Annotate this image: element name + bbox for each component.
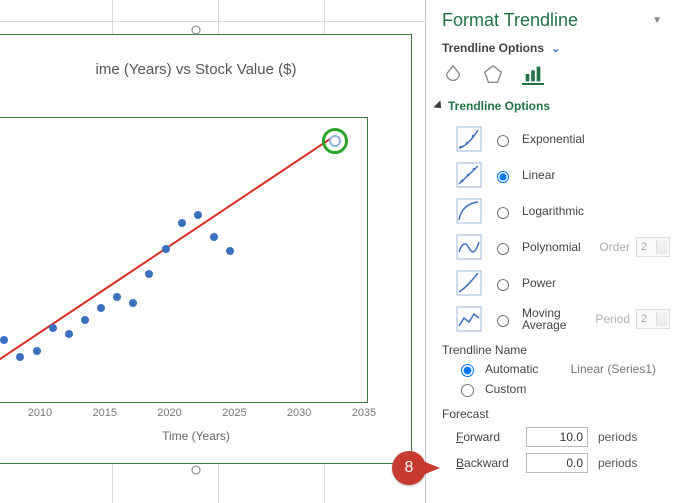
option-exponential[interactable]: Exponential	[456, 121, 670, 157]
order-value: 2	[641, 241, 647, 253]
automatic-label: Automatic	[485, 362, 538, 376]
backward-input[interactable]	[526, 453, 588, 473]
radio-custom[interactable]	[461, 384, 474, 397]
data-point	[210, 233, 218, 241]
radio-polynomial[interactable]	[497, 243, 509, 255]
option-power[interactable]: Power	[456, 265, 670, 301]
tab-effects-icon[interactable]	[482, 63, 504, 85]
polynomial-icon	[456, 234, 482, 260]
option-polynomial[interactable]: Polynomial Order 2	[456, 229, 670, 265]
forward-label: Forward	[456, 430, 526, 444]
x-tick: 2015	[93, 407, 117, 419]
tab-fill-line-icon[interactable]	[442, 63, 464, 85]
tab-trendline-options-icon[interactable]	[522, 63, 544, 85]
x-tick: 2030	[287, 407, 311, 419]
backward-unit: periods	[598, 456, 637, 470]
option-label: MovingAverage	[522, 307, 566, 331]
data-point	[226, 247, 234, 255]
radio-logarithmic[interactable]	[497, 207, 509, 219]
x-tick: 2025	[222, 407, 246, 419]
section-title: Trendline Options	[448, 99, 550, 113]
chevron-down-icon: ⌄	[548, 43, 560, 55]
option-label: Linear	[522, 168, 555, 182]
step-callout: 8	[392, 447, 444, 489]
option-label: Power	[522, 276, 556, 290]
x-tick: 2035	[352, 407, 376, 419]
forward-unit: periods	[598, 430, 637, 444]
backward-label: Backward	[456, 456, 526, 470]
radio-automatic[interactable]	[461, 364, 474, 377]
radio-power[interactable]	[497, 279, 509, 291]
radio-exponential[interactable]	[497, 135, 509, 147]
linear-icon	[456, 162, 482, 188]
forecast-label: Forecast	[426, 397, 680, 421]
data-point	[178, 219, 186, 227]
format-trendline-pane: Format Trendline ▼ Trendline Options ⌄ T…	[425, 0, 680, 503]
logarithmic-icon	[456, 198, 482, 224]
resize-handle-bottom[interactable]	[192, 466, 201, 475]
x-axis-label[interactable]: Time (Years)	[0, 429, 411, 443]
radio-moving-average[interactable]	[497, 315, 509, 327]
plot-area[interactable]	[0, 117, 368, 403]
data-point	[97, 304, 105, 312]
data-point	[65, 330, 73, 338]
trendline-name-label: Trendline Name	[426, 337, 680, 357]
period-label: Period	[595, 312, 630, 326]
dropdown-label: Trendline Options	[442, 41, 544, 55]
resize-handle-top[interactable]	[192, 26, 201, 35]
trendline-options-dropdown[interactable]: Trendline Options ⌄	[442, 41, 560, 55]
forward-input[interactable]	[526, 427, 588, 447]
chart-title[interactable]: ime (Years) vs Stock Value ($)	[0, 61, 411, 78]
order-spinner[interactable]: 2	[636, 237, 670, 257]
radio-linear[interactable]	[497, 171, 509, 183]
worksheet-area: ime (Years) vs Stock Value ($)	[0, 0, 425, 503]
gridline	[0, 21, 425, 22]
moving-average-icon	[456, 306, 482, 332]
chart-object[interactable]: ime (Years) vs Stock Value ($)	[0, 34, 412, 464]
data-point	[194, 211, 202, 219]
exponential-icon	[456, 126, 482, 152]
trendline	[0, 118, 367, 402]
option-label: Logarithmic	[522, 204, 584, 218]
data-point	[33, 347, 41, 355]
data-point	[113, 293, 121, 301]
power-icon	[456, 270, 482, 296]
data-point	[145, 270, 153, 278]
option-label: Exponential	[522, 132, 585, 146]
data-point	[162, 245, 170, 253]
disclosure-triangle-icon[interactable]	[433, 100, 444, 111]
forecast-endpoint-highlight	[322, 128, 348, 154]
option-moving-average[interactable]: MovingAverage Period 2	[456, 301, 670, 337]
custom-label: Custom	[485, 382, 526, 396]
period-spinner[interactable]: 2	[636, 309, 670, 329]
option-label: Polynomial	[522, 240, 581, 254]
trendline-type-options: Exponential Linear Logarithmic Polynomia…	[426, 119, 680, 337]
data-point	[81, 316, 89, 324]
order-label: Order	[599, 240, 630, 254]
x-tick: 2010	[28, 407, 52, 419]
x-tick: 2020	[157, 407, 181, 419]
pane-title: Format Trendline	[442, 10, 578, 31]
data-point	[0, 336, 8, 344]
option-logarithmic[interactable]: Logarithmic	[456, 193, 670, 229]
x-axis[interactable]: 05 2010 2015 2020 2025 2030 2035	[0, 407, 368, 427]
data-point	[16, 353, 24, 361]
automatic-value: Linear (Series1)	[571, 362, 670, 376]
pane-menu-button[interactable]: ▼	[652, 15, 664, 26]
data-point	[49, 324, 57, 332]
forecast-backward-row: Backward periods	[426, 447, 680, 473]
period-value: 2	[641, 313, 647, 325]
option-linear[interactable]: Linear	[456, 157, 670, 193]
forecast-forward-row: Forward periods	[426, 421, 680, 447]
callout-tail-icon	[418, 459, 440, 477]
data-point	[129, 299, 137, 307]
